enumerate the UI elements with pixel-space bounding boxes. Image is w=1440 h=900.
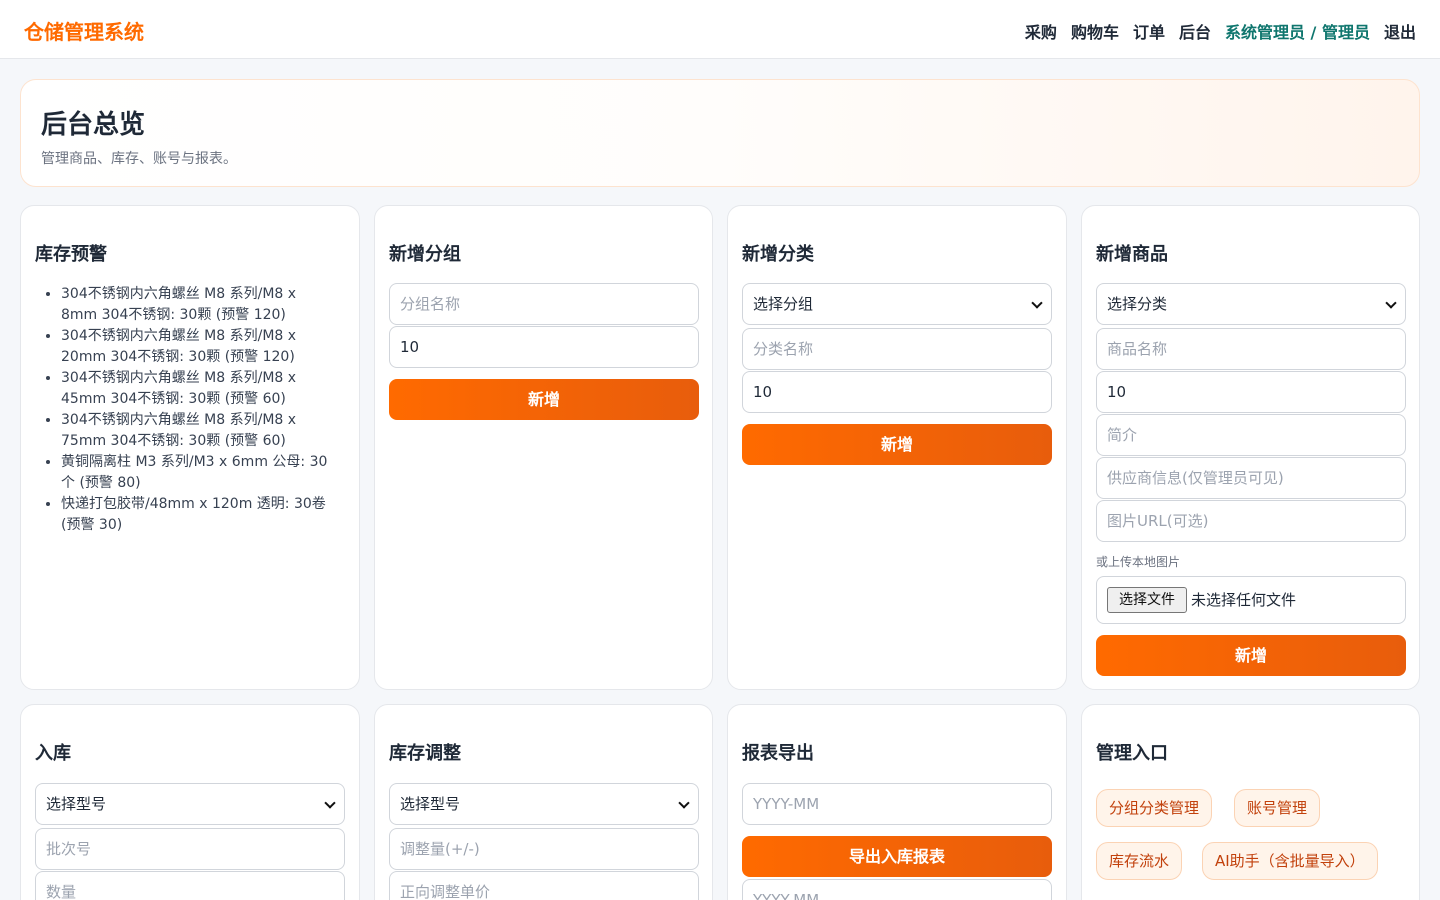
- stock-in-model-select[interactable]: 选择型号: [35, 783, 345, 825]
- page-title: 后台总览: [41, 110, 146, 140]
- list-item: 304不锈钢内六角螺丝 M8 系列/M8 x 20mm 304不锈钢: 30颗 …: [61, 326, 333, 368]
- product-sort-input[interactable]: 10: [1096, 371, 1406, 413]
- stock-adjust-card: 库存调整 选择型号 调整量(+/-) 正向调整单价: [374, 704, 713, 900]
- report-month-input-2[interactable]: YYYY-MM: [742, 879, 1052, 900]
- product-name-input[interactable]: 商品名称: [1096, 328, 1406, 370]
- stock-in-card: 入库 选择型号 批次号 数量: [20, 704, 360, 900]
- report-export-card: 报表导出 YYYY-MM 导出入库报表 YYYY-MM: [727, 704, 1067, 900]
- list-item: 304不锈钢内六角螺丝 M8 系列/M8 x 45mm 304不锈钢: 30颗 …: [61, 368, 333, 410]
- ai-assistant-link[interactable]: AI助手（含批量导入）: [1202, 842, 1378, 880]
- add-product-button[interactable]: 新增: [1096, 635, 1406, 676]
- export-stock-in-report-button[interactable]: 导出入库报表: [742, 836, 1052, 877]
- upload-label: 或上传本地图片: [1096, 555, 1181, 569]
- supplier-info-input[interactable]: 供应商信息(仅管理员可见): [1096, 457, 1406, 499]
- stock-ledger-link[interactable]: 库存流水: [1096, 842, 1183, 880]
- card-title: 新增商品: [1096, 244, 1168, 265]
- page-subtitle: 管理商品、库存、账号与报表。: [41, 151, 237, 167]
- card-title: 报表导出: [742, 743, 814, 764]
- group-category-manage-link[interactable]: 分组分类管理: [1096, 789, 1213, 827]
- nav-admin[interactable]: 后台: [1179, 19, 1211, 43]
- nav-cart[interactable]: 购物车: [1071, 19, 1119, 43]
- admin-entry-card: 管理入口 分组分类管理 账号管理 库存流水 AI助手（含批量导入）: [1081, 704, 1420, 900]
- overview-header: 后台总览 管理商品、库存、账号与报表。: [20, 79, 1420, 187]
- choose-file-button[interactable]: 选择文件: [1107, 587, 1187, 613]
- adjust-price-input[interactable]: 正向调整单价: [389, 871, 699, 900]
- adjust-model-select[interactable]: 选择型号: [389, 783, 699, 825]
- account-manage-link[interactable]: 账号管理: [1234, 789, 1321, 827]
- quantity-input[interactable]: 数量: [35, 871, 345, 900]
- top-bar: 仓储管理系统 采购 购物车 订单 后台 系统管理员 / 管理员 退出: [0, 0, 1440, 59]
- card-title: 入库: [35, 743, 71, 764]
- list-item: 304不锈钢内六角螺丝 M8 系列/M8 x 8mm 304不锈钢: 30颗 (…: [61, 284, 333, 326]
- add-group-button[interactable]: 新增: [389, 379, 699, 420]
- top-nav: 采购 购物车 订单 后台 系统管理员 / 管理员 退出: [1025, 19, 1416, 43]
- nav-orders[interactable]: 订单: [1133, 19, 1165, 43]
- stock-warning-list: 304不锈钢内六角螺丝 M8 系列/M8 x 8mm 304不锈钢: 30颗 (…: [61, 284, 333, 536]
- file-status: 未选择任何文件: [1191, 591, 1297, 609]
- category-select[interactable]: 选择分类: [1096, 283, 1406, 325]
- file-upload-input[interactable]: 选择文件 未选择任何文件: [1096, 576, 1406, 624]
- nav-purchase[interactable]: 采购: [1025, 19, 1057, 43]
- stock-in-model-value: 选择型号: [46, 795, 107, 813]
- card-title: 新增分类: [742, 244, 814, 265]
- category-name-input[interactable]: 分类名称: [742, 328, 1052, 370]
- logout-link[interactable]: 退出: [1384, 19, 1416, 43]
- list-item: 黄铜隔离柱 M3 系列/M3 x 6mm 公母: 30个 (预警 80): [61, 452, 333, 494]
- adjust-delta-input[interactable]: 调整量(+/-): [389, 828, 699, 870]
- group-sort-input[interactable]: 10: [389, 326, 699, 368]
- category-sort-input[interactable]: 10: [742, 371, 1052, 413]
- card-title: 库存预警: [35, 244, 107, 265]
- category-select-value: 选择分类: [1107, 295, 1168, 313]
- list-item: 快递打包胶带/48mm x 120m 透明: 30卷 (预警 30): [61, 494, 333, 536]
- adjust-model-value: 选择型号: [400, 795, 461, 813]
- card-title: 管理入口: [1096, 743, 1168, 764]
- stock-warning-card: 库存预警 304不锈钢内六角螺丝 M8 系列/M8 x 8mm 304不锈钢: …: [20, 205, 360, 690]
- product-intro-input[interactable]: 简介: [1096, 414, 1406, 456]
- list-item: 304不锈钢内六角螺丝 M8 系列/M8 x 75mm 304不锈钢: 30颗 …: [61, 410, 333, 452]
- batch-number-input[interactable]: 批次号: [35, 828, 345, 870]
- group-select[interactable]: 选择分组: [742, 283, 1052, 325]
- card-title: 新增分组: [389, 244, 461, 265]
- add-group-card: 新增分组 分组名称 10 新增: [374, 205, 713, 690]
- group-name-input[interactable]: 分组名称: [389, 283, 699, 325]
- add-product-card: 新增商品 选择分类 商品名称 10 简介 供应商信息(仅管理员可见) 图片URL…: [1081, 205, 1420, 690]
- add-category-button[interactable]: 新增: [742, 424, 1052, 465]
- current-user-role[interactable]: 系统管理员 / 管理员: [1225, 19, 1370, 43]
- image-url-input[interactable]: 图片URL(可选): [1096, 500, 1406, 542]
- add-category-card: 新增分类 选择分组 分类名称 10 新增: [727, 205, 1067, 690]
- group-select-value: 选择分组: [753, 295, 814, 313]
- card-title: 库存调整: [389, 743, 461, 764]
- report-month-input[interactable]: YYYY-MM: [742, 783, 1052, 825]
- app-title[interactable]: 仓储管理系统: [24, 16, 144, 45]
